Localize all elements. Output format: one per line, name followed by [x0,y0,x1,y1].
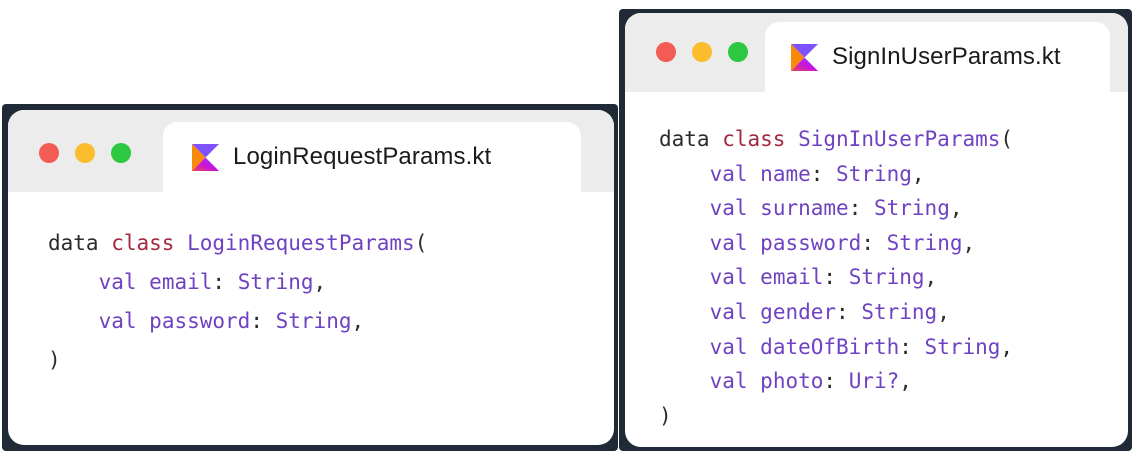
code-token-param-name: password [760,230,862,255]
code-token-val: val [709,196,748,221]
window-titlebar: SignInUserParams.kt [625,13,1128,92]
code-token-param-name: email [760,265,824,290]
code-line-param: val password: String, [98,309,365,333]
code-token-val: val [709,369,748,394]
window-titlebar: LoginRequestParams.kt [8,110,614,192]
code-token-param-type: String [275,309,352,333]
code-token-param-type: String [836,161,912,186]
code-token-data: data [48,231,99,255]
code-token-val: val [709,334,748,359]
minimize-dot-icon[interactable] [692,42,712,62]
code-line-param: val dateOfBirth: String, [709,334,1014,359]
code-token-keyword: class [111,231,175,255]
code-window: LoginRequestParams.kt data class LoginRe… [8,110,614,445]
code-token-paren: ) [659,403,672,428]
code-token-paren: ( [1000,127,1014,151]
code-token-param-type: String [924,334,1001,359]
close-dot-icon[interactable] [39,143,59,163]
code-line-declaration: data class SignInUserParams( [659,122,1128,157]
code-token-val: val [709,265,748,290]
code-line-param: val photo: Uri?, [709,369,912,394]
code-token-val: val [98,309,137,333]
code-token-keyword: class [722,127,786,151]
file-tab-label: SignInUserParams.kt [832,43,1061,70]
code-token-class-name: LoginRequestParams [187,231,415,255]
code-window: SignInUserParams.kt data class SignInUse… [625,13,1128,447]
code-line-param: val surname: String, [709,196,963,221]
code-token-param-type: String [237,270,314,294]
code-block: data class LoginRequestParams( val email… [8,192,614,380]
code-token-param-type: String [873,196,950,221]
code-line-param: val password: String, [709,230,976,255]
code-window-frame: LoginRequestParams.kt data class LoginRe… [2,104,618,451]
zoom-dot-icon[interactable] [728,42,748,62]
code-token-param-name: surname [760,196,849,221]
code-block: data class SignInUserParams( val name: S… [625,92,1128,433]
close-dot-icon[interactable] [656,42,676,62]
code-window-frame: SignInUserParams.kt data class SignInUse… [619,9,1132,451]
minimize-dot-icon[interactable] [75,143,95,163]
code-token-val: val [709,299,748,324]
code-token-class-name: SignInUserParams [798,127,1001,151]
zoom-dot-icon[interactable] [111,143,131,163]
code-token-param-name: dateOfBirth [760,334,900,359]
code-line-param: val gender: String, [709,299,950,324]
code-line-declaration: data class LoginRequestParams( [48,224,614,263]
kotlin-icon [791,43,818,71]
code-token-param-type: String [861,299,938,324]
code-token-param-name: password [149,309,251,333]
code-token-val: val [709,230,748,255]
code-line-param: val email: String, [98,270,327,294]
kotlin-icon [192,143,219,171]
file-tab-label: LoginRequestParams.kt [233,143,492,170]
code-token-param-name: gender [760,299,837,324]
code-token-val: val [98,270,137,294]
code-line-param: val email: String, [709,265,938,290]
code-token-data: data [659,127,710,151]
code-token-param-type: String [886,230,963,255]
code-line-param: val name: String, [709,161,925,186]
code-line-close: ) [659,399,1128,434]
traffic-lights [656,42,748,62]
code-line-close: ) [48,341,614,380]
file-tab[interactable]: LoginRequestParams.kt [163,122,581,192]
code-token-param-type: String [848,265,925,290]
code-token-val: val [709,161,748,186]
code-token-paren: ( [414,231,428,255]
traffic-lights [39,143,131,163]
code-token-paren: ) [48,348,61,372]
code-token-param-name: email [149,270,213,294]
code-token-param-type: Uri? [848,369,900,394]
code-token-param-name: photo [760,369,824,394]
file-tab[interactable]: SignInUserParams.kt [765,22,1110,92]
code-token-param-name: name [760,161,811,186]
